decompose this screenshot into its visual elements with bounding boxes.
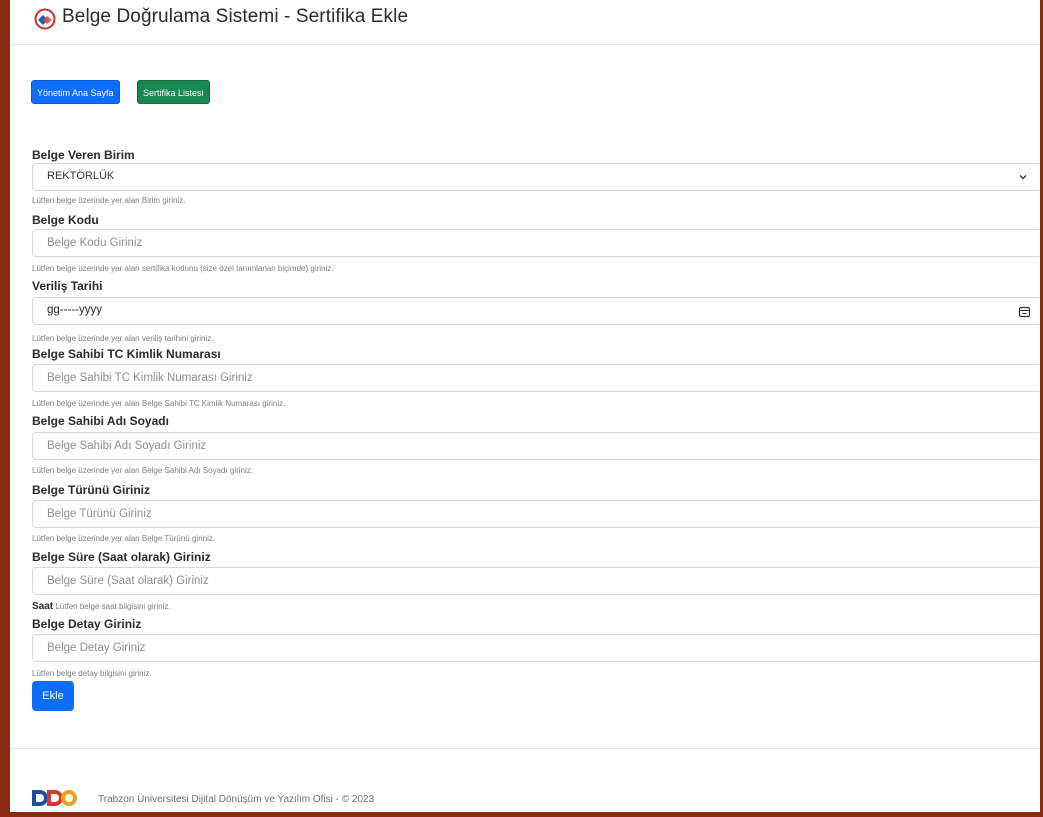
footer-text: Trabzon Üniversitesi Dijital Dönüşüm ve … — [98, 794, 375, 805]
type-label: Belge Türünü Giriniz — [32, 483, 151, 497]
unit-select[interactable]: REKTÖRLÜK — [32, 163, 1040, 191]
duration-label: Belge Süre (Saat olarak) Giriniz — [32, 550, 211, 564]
duration-help-text: Lütfen belge saat bilgisini giriniz. — [55, 602, 171, 611]
name-input[interactable] — [33, 433, 991, 459]
type-field[interactable] — [32, 500, 1040, 528]
duration-input[interactable] — [33, 568, 991, 594]
certificate-list-button[interactable]: Sertifika Listesi — [137, 80, 210, 104]
type-input[interactable] — [33, 501, 991, 527]
detail-field[interactable] — [32, 634, 1040, 662]
code-help: Lütfen belge üzerinde yer alan sertifika… — [32, 264, 334, 273]
code-field[interactable] — [32, 229, 1040, 257]
page-header: Belge Doğrulama Sistemi - Sertifika Ekle — [10, 0, 1040, 45]
unit-label: Belge Veren Birim — [32, 148, 135, 162]
detail-help: Lütfen belge detay bilgisini giriniz. — [32, 669, 152, 678]
detail-label: Belge Detay Giriniz — [32, 617, 142, 631]
calendar-icon[interactable] — [1018, 305, 1031, 318]
tc-label: Belge Sahibi TC Kimlik Numarası — [32, 347, 221, 361]
ddo-logo — [32, 790, 77, 806]
page: Belge Doğrulama Sistemi - Sertifika Ekle… — [10, 0, 1040, 812]
name-label: Belge Sahibi Adı Soyadı — [32, 414, 169, 428]
footer-divider — [10, 748, 1040, 749]
admin-home-button[interactable]: Yönetim Ana Sayfa — [31, 80, 120, 104]
badge-check-icon — [34, 8, 56, 30]
duration-unit: Saat — [32, 601, 54, 612]
chevron-down-icon — [1019, 175, 1027, 180]
date-field[interactable]: gg-----yyyy — [32, 297, 1040, 325]
name-help: Lütfen belge üzerinde yer alan Belge Sah… — [32, 466, 254, 475]
detail-input[interactable] — [33, 635, 991, 661]
submit-button[interactable]: Ekle — [32, 681, 74, 711]
tc-help: Lütfen belge üzerinde yer alan Belge Sah… — [32, 399, 286, 408]
code-label: Belge Kodu — [32, 213, 99, 227]
page-title: Belge Doğrulama Sistemi - Sertifika Ekle — [62, 6, 409, 27]
date-input-value: gg-----yyyy — [47, 304, 102, 316]
unit-help: Lütfen belge üzerinde yer alan Birim gir… — [32, 196, 186, 205]
unit-select-value: REKTÖRLÜK — [47, 170, 115, 182]
type-help: Lütfen belge üzerinde yer alan Belge Tür… — [32, 534, 216, 543]
code-input[interactable] — [33, 230, 991, 256]
name-field[interactable] — [32, 432, 1040, 460]
tc-input[interactable] — [33, 365, 991, 391]
date-label: Veriliş Tarihi — [32, 279, 103, 293]
duration-field[interactable] — [32, 567, 1040, 595]
duration-help: Saat Lütfen belge saat bilgisini giriniz… — [32, 601, 171, 612]
tc-field[interactable] — [32, 364, 1040, 392]
date-help: Lütfen belge üzerinde yer alan veriliş t… — [32, 334, 214, 343]
